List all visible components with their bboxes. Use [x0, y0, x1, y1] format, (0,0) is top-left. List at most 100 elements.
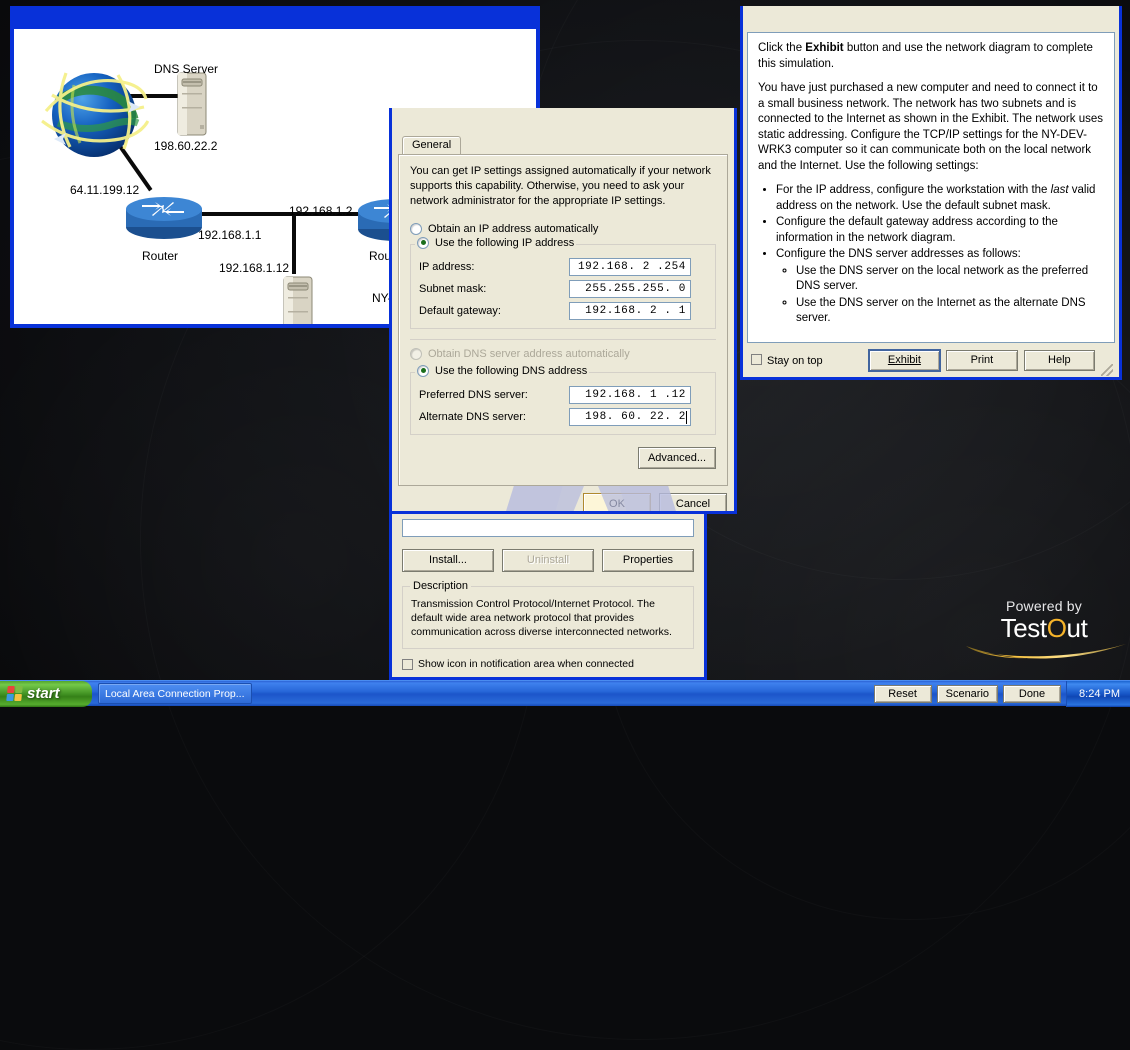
lac-protocol-list[interactable] [402, 519, 694, 537]
cancel-button[interactable]: Cancel [659, 493, 727, 511]
testout-swoosh-icon [966, 644, 1126, 659]
system-clock[interactable]: 8:24 PM [1066, 680, 1130, 707]
subnet-mask-row: Subnet mask: 255.255.255. 0 [419, 278, 711, 300]
alternate-dns-input[interactable]: 198. 60. 22. 2 [569, 407, 691, 426]
scenario-taskbar-button[interactable]: Scenario [936, 684, 999, 703]
taskbar-right-controls: Reset Scenario Done 8:24 PM [873, 680, 1130, 707]
bullet-1-text: Configure the default gateway address ac… [776, 216, 1058, 244]
diagram-label-internet-dns-title: DNS Server [154, 62, 219, 76]
list-item: Configure the default gateway address ac… [776, 215, 1104, 246]
radio-static-dns-label: Use the following DNS address [435, 364, 588, 377]
default-gateway-row: Default gateway: 192.168. 2 . 1 [419, 300, 711, 322]
scenario-para-1: Click the Exhibit button and use the net… [758, 41, 1104, 72]
tcpip-body: General You can get IP settings assigned… [392, 131, 734, 511]
start-button[interactable]: start [0, 680, 92, 707]
print-button[interactable]: Print [946, 349, 1018, 371]
preferred-dns-input[interactable]: 192.168. 1 .12 [569, 385, 691, 404]
taskbar-window-list: Local Area Connection Prop... [98, 683, 252, 704]
internet-dns-server-icon [177, 72, 207, 136]
list-item: Configure the DNS server addresses as fo… [776, 247, 1104, 327]
scenario-bullet-list: For the IP address, configure the workst… [760, 183, 1104, 327]
radio-static-ip-row[interactable]: Use the following IP address [415, 236, 577, 249]
default-gateway-label: Default gateway: [419, 304, 501, 317]
diagram-label-router-right-ip: 192.168.1.2 [289, 204, 353, 218]
bullet-0-pre: For the IP address, configure the workst… [776, 184, 1051, 197]
radio-auto-dns-label: Obtain DNS server address automatically [428, 347, 630, 360]
subnet-mask-input[interactable]: 255.255.255. 0 [569, 279, 691, 298]
radio-static-ip-label: Use the following IP address [435, 236, 575, 249]
ip-address-row: IP address: 192.168. 2 .254 [419, 256, 711, 278]
taskbar: start Local Area Connection Prop... Rese… [0, 680, 1130, 707]
exhibit-button[interactable]: Exhibit [868, 349, 941, 371]
list-item: Use the DNS server on the Internet as th… [796, 296, 1104, 327]
show-icon-label: Show icon in notification area when conn… [418, 657, 634, 670]
section-divider [410, 338, 716, 340]
stay-on-top-label: Stay on top [767, 354, 823, 367]
testout-word-ut: ut [1066, 613, 1088, 643]
stay-on-top-row[interactable]: Stay on top [751, 353, 823, 367]
subnet-mask-label: Subnet mask: [419, 282, 487, 295]
taskbar-item-label: Local Area Connection Prop... [105, 687, 245, 700]
description-groupbox: Description Transmission Control Protoco… [402, 580, 694, 649]
exhibit-button-label: Exhibit [887, 353, 921, 366]
scenario-para1-pre: Click the [758, 42, 806, 54]
local-dns-server-icon [283, 276, 313, 324]
start-button-label: start [27, 685, 60, 702]
preferred-dns-label: Preferred DNS server: [419, 388, 528, 401]
radio-auto-ip[interactable] [410, 222, 422, 235]
radio-auto-ip-row[interactable]: Obtain an IP address automatically [410, 221, 716, 237]
help-scenario-button[interactable]: Help [1023, 349, 1096, 371]
bullet-2-text: Configure the DNS server addresses as fo… [776, 248, 1021, 261]
wire-backbone-to-local-dns [292, 212, 296, 274]
resize-grip[interactable] [1101, 364, 1113, 376]
tcpip-properties-window[interactable]: Internet Protocol (TCP/IP) Properties ? … [389, 108, 737, 514]
tcpip-general-panel: You can get IP settings assigned automat… [398, 154, 728, 486]
ok-button[interactable]: OK [583, 493, 651, 511]
print-button-label: Print [970, 353, 994, 366]
reset-button[interactable]: Reset [873, 684, 932, 703]
install-button[interactable]: Install... [402, 549, 494, 572]
radio-auto-dns [410, 347, 422, 360]
uninstall-button: Uninstall [502, 549, 594, 572]
advanced-button[interactable]: Advanced... [638, 446, 716, 469]
scenario-para-2: You have just purchased a new computer a… [758, 82, 1103, 172]
ip-address-input[interactable]: 192.168. 2 .254 [569, 257, 691, 276]
tcpip-intro-text: You can get IP settings assigned automat… [410, 165, 711, 207]
taskbar-item-lac-properties[interactable]: Local Area Connection Prop... [98, 683, 252, 704]
radio-static-ip[interactable] [417, 236, 429, 249]
diagram-label-router-left: Router [142, 249, 179, 263]
testout-word-o: O [1046, 613, 1067, 643]
description-text: Transmission Control Protocol/Internet P… [411, 598, 672, 639]
windows-flag-icon [6, 686, 23, 701]
default-gateway-input[interactable]: 192.168. 2 . 1 [569, 301, 691, 320]
radio-static-dns-row[interactable]: Use the following DNS address [415, 364, 590, 377]
router-left-icon [126, 197, 202, 239]
diagram-label-router-lan-ip: 192.168.1.1 [198, 228, 262, 242]
scenario-exhibit-bold: Exhibit [805, 42, 844, 54]
help-button-label: Help [1048, 353, 1071, 366]
static-ip-groupbox: Use the following IP address IP address:… [410, 236, 716, 329]
testout-word-test: Test [1000, 613, 1047, 643]
list-item: Use the DNS server on the local network … [796, 264, 1104, 295]
alternate-dns-row: Alternate DNS server: 198. 60. 22. 2 [419, 406, 711, 428]
lac-properties-button[interactable]: Properties [602, 549, 694, 572]
preferred-dns-row: Preferred DNS server: 192.168. 1 .12 [419, 384, 711, 406]
radio-auto-dns-row: Obtain DNS server address automatically [410, 346, 716, 362]
lac-button-row: Install... Uninstall Properties [402, 549, 694, 572]
stay-on-top-checkbox[interactable] [751, 353, 762, 365]
scenario-sub-bullet-list: Use the DNS server on the local network … [778, 264, 1104, 327]
scenario-body: Click the Exhibit button and use the net… [743, 28, 1119, 377]
done-button[interactable]: Done [1003, 684, 1062, 703]
advanced-row: Advanced... [410, 446, 716, 469]
internet-globe-icon [41, 72, 150, 157]
alternate-dns-label: Alternate DNS server: [419, 410, 526, 423]
tab-general[interactable]: General [402, 136, 462, 155]
testout-logo: Powered by TestOut [958, 598, 1130, 666]
radio-static-dns[interactable] [417, 364, 429, 377]
scenario-window[interactable]: T Scenario ✕ Click the Exhibit button an… [740, 6, 1122, 380]
powered-by-label: Powered by [1006, 598, 1082, 614]
testout-wordmark: TestOut [958, 613, 1130, 644]
show-icon-checkbox[interactable] [402, 658, 413, 670]
show-icon-checkbox-row[interactable]: Show icon in notification area when conn… [402, 658, 694, 670]
static-dns-groupbox: Use the following DNS address Preferred … [410, 364, 716, 435]
